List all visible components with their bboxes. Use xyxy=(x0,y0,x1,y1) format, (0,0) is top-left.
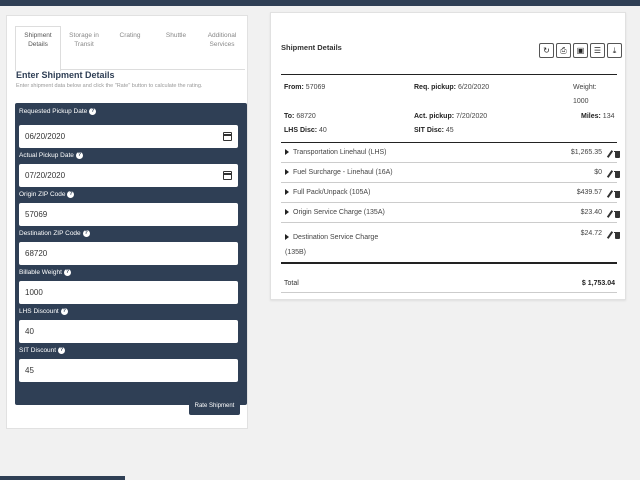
question-circle-icon[interactable]: ? xyxy=(58,347,66,354)
requested-pickup-date-input[interactable]: 06/20/2020 xyxy=(19,125,238,148)
save-icon[interactable]: ▣ xyxy=(573,43,588,58)
charge-actions xyxy=(607,170,620,178)
print-icon[interactable]: ⎙ xyxy=(556,43,571,58)
divider xyxy=(281,182,617,183)
details-title: Shipment Details xyxy=(281,43,342,52)
billable-weight-input[interactable]: 1000 xyxy=(19,281,238,304)
charge-amount: $0 xyxy=(594,169,602,176)
pencil-icon[interactable] xyxy=(607,190,613,198)
charge-row[interactable]: Destination Service Charge (135B) xyxy=(285,230,395,260)
divider xyxy=(281,292,617,293)
destination-zip-label: Destination ZIP Code? xyxy=(19,230,90,237)
caret-right-icon[interactable] xyxy=(285,189,289,196)
origin-zip-label: Origin ZIP Code? xyxy=(19,191,75,198)
rate-shipment-button[interactable]: Rate Shipment xyxy=(189,396,240,415)
requested-pickup-label: Requested Pickup Date? xyxy=(19,108,97,115)
sit-discount-label: SIT Discount? xyxy=(19,347,66,354)
divider xyxy=(281,142,617,143)
shipment-form: Requested Pickup Date? 06/20/2020 Actual… xyxy=(15,103,247,405)
charge-actions xyxy=(607,231,620,239)
charge-amount: $439.57 xyxy=(576,189,602,196)
trash-icon[interactable] xyxy=(614,190,620,198)
pencil-icon[interactable] xyxy=(607,210,613,218)
question-circle-icon[interactable]: ? xyxy=(82,230,90,237)
question-circle-icon[interactable]: ? xyxy=(63,269,71,276)
divider xyxy=(281,74,617,75)
charge-actions xyxy=(607,190,620,198)
divider xyxy=(281,262,617,264)
actual-pickup-label: Actual Pickup Date? xyxy=(19,152,83,159)
trash-icon[interactable] xyxy=(614,231,620,239)
lhs-discount-label: LHS Discount? xyxy=(19,308,68,315)
tab-crating[interactable]: Crating xyxy=(107,26,153,69)
tab-shuttle[interactable]: Shuttle xyxy=(153,26,199,69)
total-label: Total xyxy=(284,280,299,287)
calendar-icon[interactable] xyxy=(223,171,232,180)
tab-storage-in-transit[interactable]: Storage in Transit xyxy=(61,26,107,69)
divider xyxy=(281,222,617,223)
top-bar xyxy=(0,0,640,6)
refresh-icon[interactable]: ↻ xyxy=(539,43,554,58)
tab-additional-services[interactable]: Additional Services xyxy=(199,26,245,69)
charge-row[interactable]: Full Pack/Unpack (105A) xyxy=(285,189,370,196)
caret-right-icon[interactable] xyxy=(285,234,289,241)
charge-actions xyxy=(607,210,620,218)
miles-field: Miles: 134 xyxy=(581,113,615,120)
divider xyxy=(281,162,617,163)
question-circle-icon[interactable]: ? xyxy=(75,152,83,159)
caret-right-icon[interactable] xyxy=(285,149,289,156)
list-icon[interactable]: ☰ xyxy=(590,43,605,58)
shipment-details-panel: Shipment Details ↻ ⎙ ▣ ☰ ⤓ From: 57069 T… xyxy=(270,12,626,300)
weight-label: Weight: xyxy=(573,84,597,91)
details-toolbar: ↻ ⎙ ▣ ☰ ⤓ xyxy=(539,43,622,58)
req-pickup-field: Req. pickup: 6/20/2020 xyxy=(414,84,490,91)
calendar-icon[interactable] xyxy=(223,132,232,141)
trash-icon[interactable] xyxy=(614,170,620,178)
charge-amount: $24.72 xyxy=(580,230,602,237)
tab-shipment-details[interactable]: Shipment Details xyxy=(15,26,61,71)
question-circle-icon[interactable]: ? xyxy=(60,308,68,315)
pencil-icon[interactable] xyxy=(607,231,613,239)
total-value: $ 1,753.04 xyxy=(581,280,615,287)
charge-amount: $23.40 xyxy=(580,209,602,216)
weight-value: 1000 xyxy=(573,98,589,105)
act-pickup-field: Act. pickup: 7/20/2020 xyxy=(414,113,488,120)
pencil-icon[interactable] xyxy=(607,170,613,178)
lhs-discount-input[interactable]: 40 xyxy=(19,320,238,343)
download-icon[interactable]: ⤓ xyxy=(607,43,622,58)
trash-icon[interactable] xyxy=(614,210,620,218)
from-field: From: 57069 xyxy=(284,84,326,91)
sit-discount-input[interactable]: 45 xyxy=(19,359,238,382)
form-subtitle: Enter shipment data below and click the … xyxy=(16,83,203,89)
form-title: Enter Shipment Details xyxy=(16,70,115,80)
destination-zip-input[interactable]: 68720 xyxy=(19,242,238,265)
charge-amount: $1,265.35 xyxy=(570,149,602,156)
origin-zip-input[interactable]: 57069 xyxy=(19,203,238,226)
charge-row[interactable]: Origin Service Charge (135A) xyxy=(285,209,385,216)
caret-right-icon[interactable] xyxy=(285,169,289,176)
tab-bar: Shipment Details Storage in Transit Crat… xyxy=(15,26,245,71)
question-circle-icon[interactable]: ? xyxy=(67,191,75,198)
billable-weight-label: Billable Weight? xyxy=(19,269,71,276)
divider xyxy=(281,202,617,203)
sit-disc-field: SIT Disc: 45 xyxy=(414,127,454,134)
bottom-bar xyxy=(0,476,125,480)
to-field: To: 68720 xyxy=(284,113,316,120)
charge-actions xyxy=(607,150,620,158)
pencil-icon[interactable] xyxy=(607,150,613,158)
charge-row[interactable]: Fuel Surcharge - Linehaul (16A) xyxy=(285,169,393,176)
question-circle-icon[interactable]: ? xyxy=(89,108,97,115)
charge-row[interactable]: Transportation Linehaul (LHS) xyxy=(285,149,387,156)
lhs-disc-field: LHS Disc: 40 xyxy=(284,127,327,134)
shipment-form-panel: Shipment Details Storage in Transit Crat… xyxy=(6,15,248,429)
actual-pickup-date-input[interactable]: 07/20/2020 xyxy=(19,164,238,187)
trash-icon[interactable] xyxy=(614,150,620,158)
caret-right-icon[interactable] xyxy=(285,209,289,216)
